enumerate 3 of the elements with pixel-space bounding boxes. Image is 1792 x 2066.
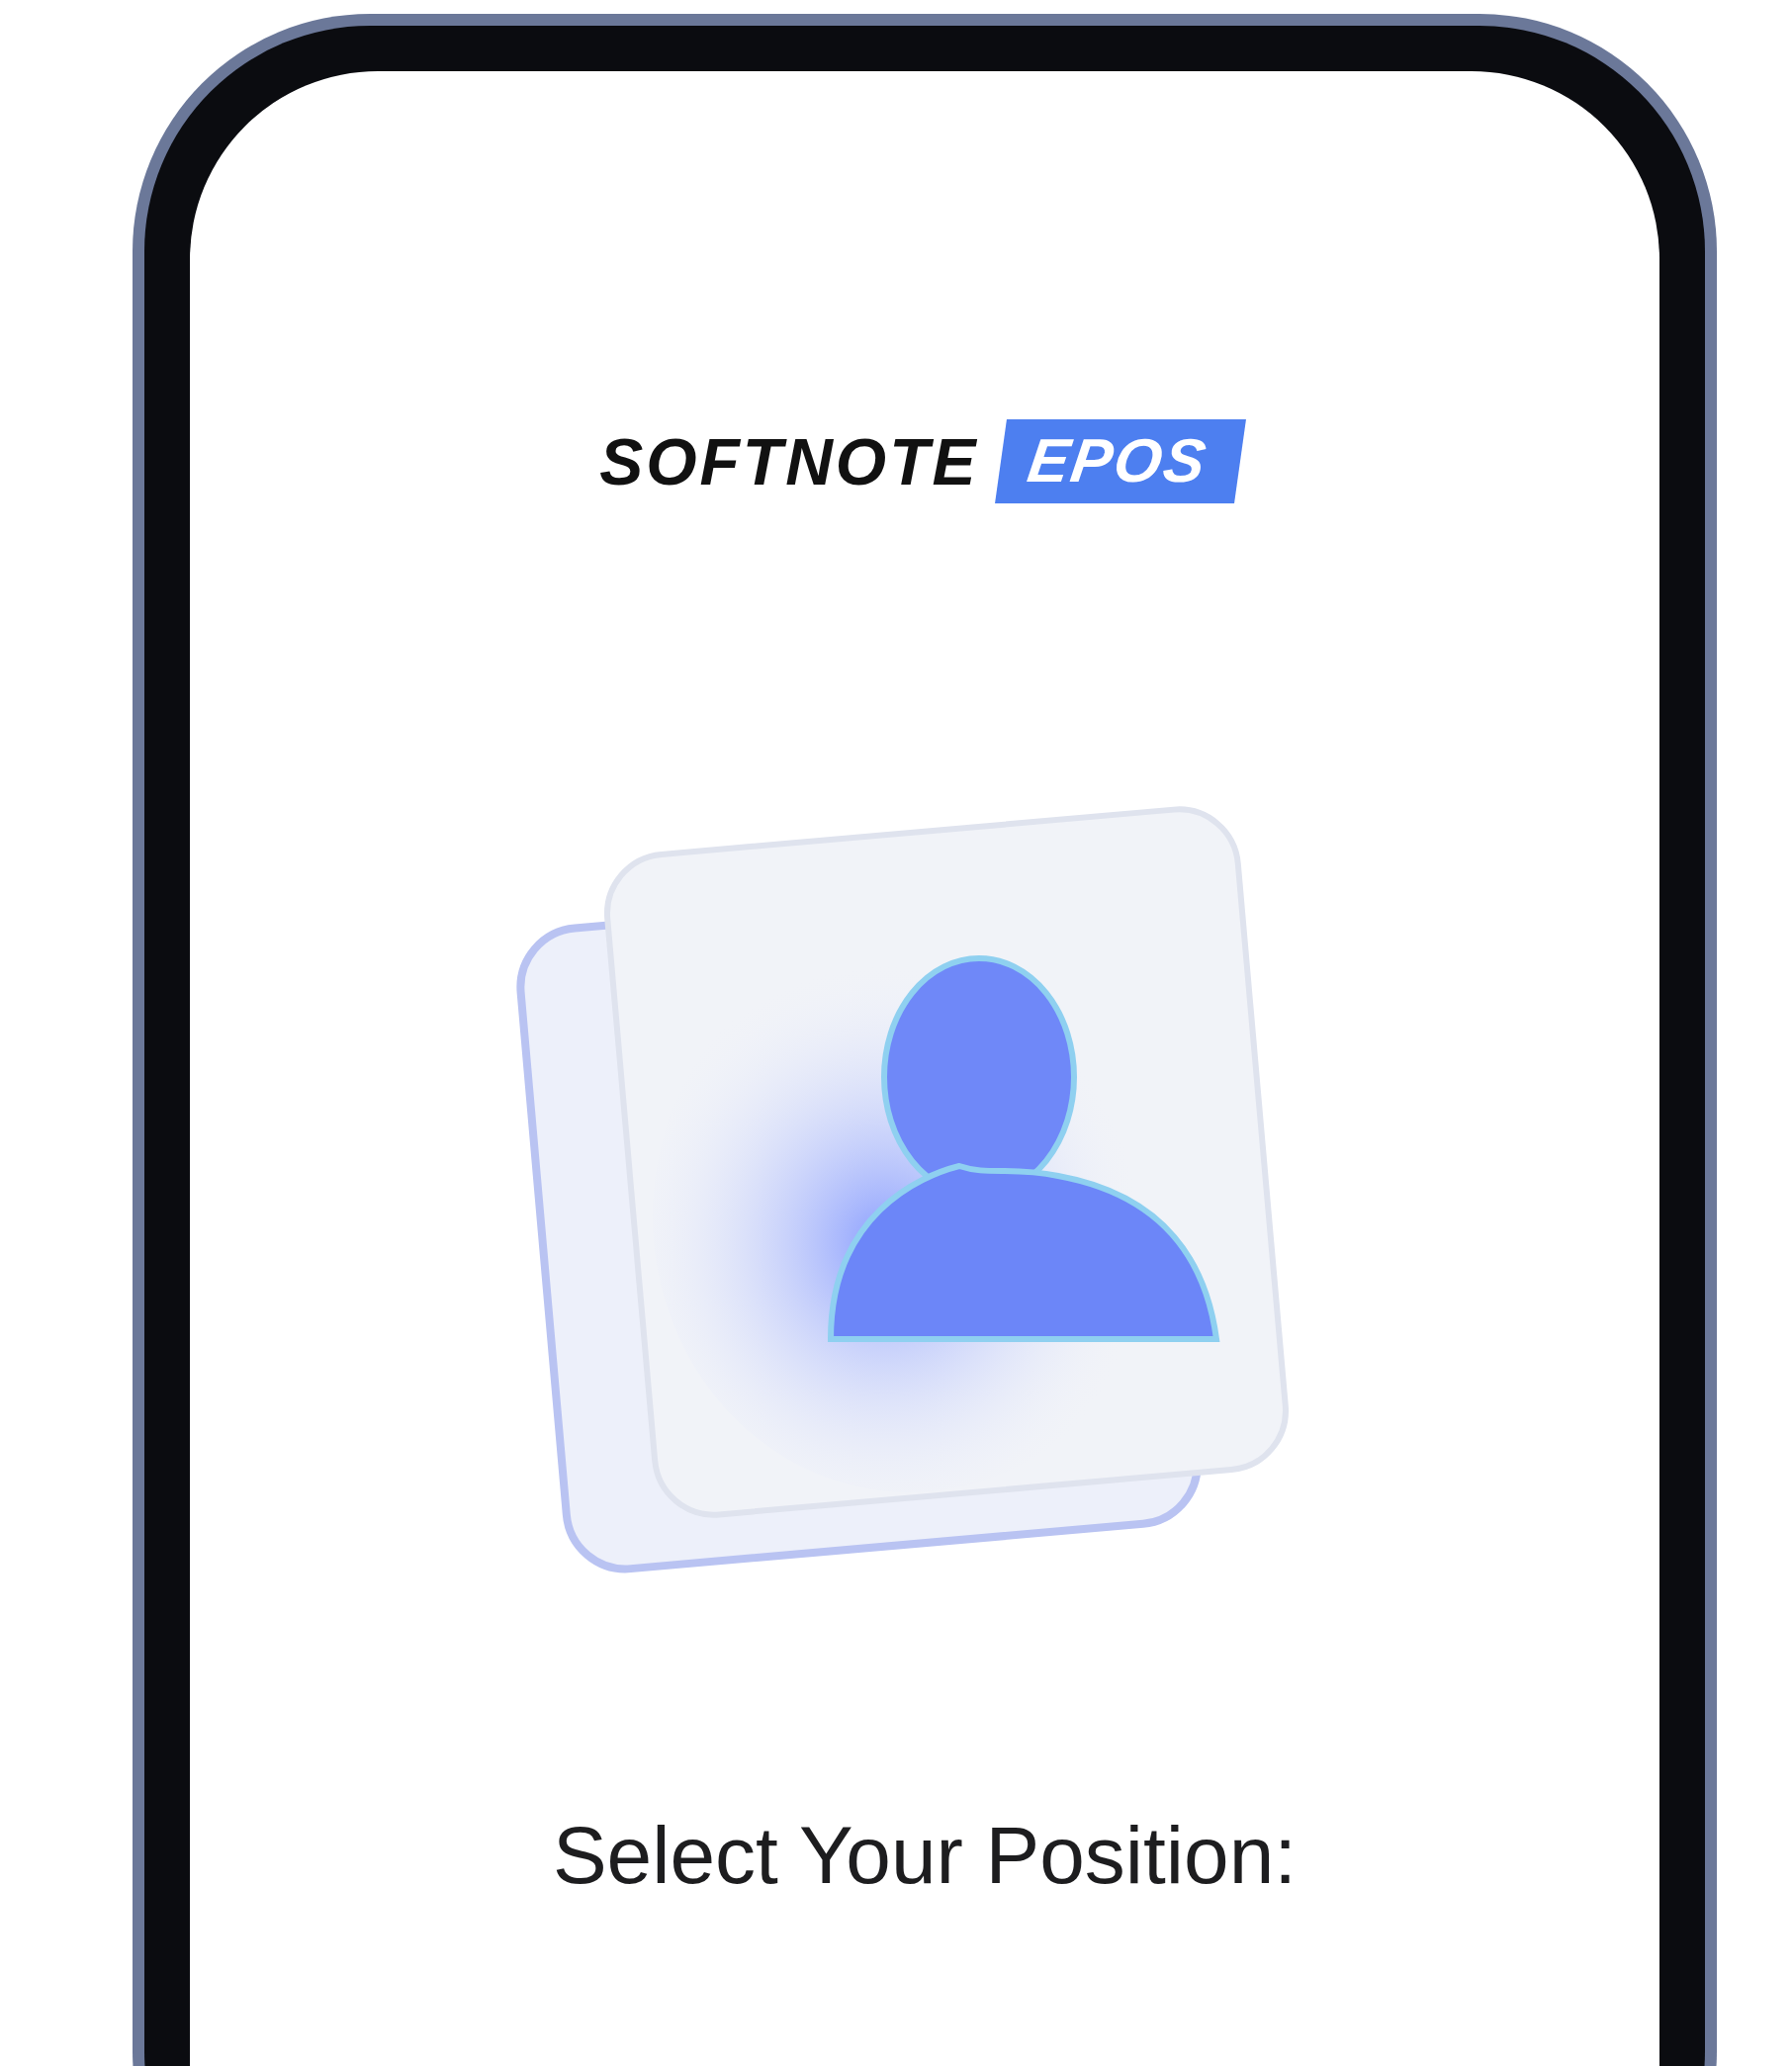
position-prompt: Select Your Position:	[552, 1809, 1298, 1902]
logo-badge: EPOS	[994, 419, 1246, 503]
logo-wordmark: SOFTNOTE	[599, 423, 979, 499]
